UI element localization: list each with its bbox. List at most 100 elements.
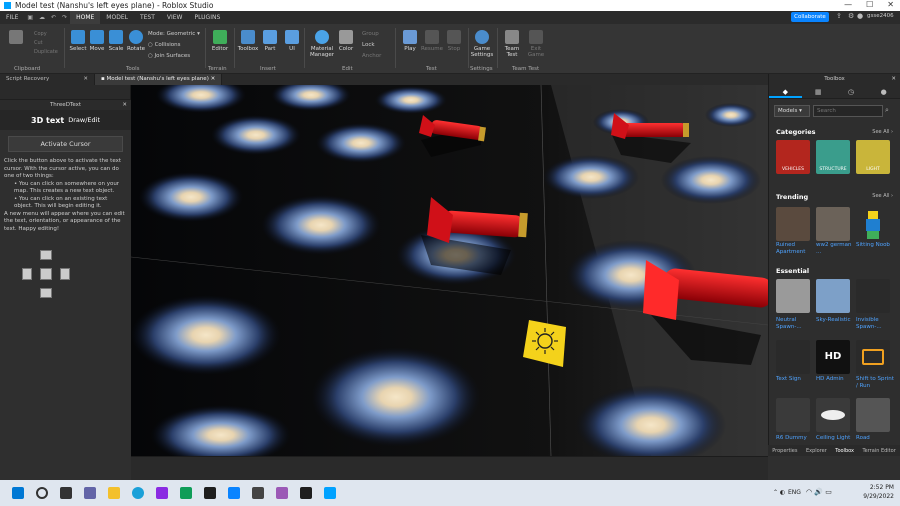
- tab-properties[interactable]: Properties: [772, 448, 797, 454]
- edge-icon[interactable]: [132, 487, 144, 499]
- trending-item-thumb[interactable]: [856, 207, 890, 241]
- lock-button[interactable]: Lock: [362, 40, 381, 51]
- essential-item-thumb[interactable]: [816, 279, 850, 313]
- ui-button[interactable]: UI: [280, 30, 304, 52]
- material-manager-button[interactable]: Material Manager: [308, 30, 336, 58]
- minimize-button[interactable]: —: [844, 0, 852, 9]
- tab-inventory[interactable]: ▦: [802, 85, 835, 98]
- close-icon[interactable]: ✕: [83, 74, 88, 85]
- essential-item-label[interactable]: Ceiling Light: [816, 435, 854, 442]
- menu-home[interactable]: HOME: [70, 11, 101, 24]
- essential-item-label[interactable]: Invisible Spawn-...: [856, 317, 894, 331]
- essential-item-label[interactable]: Shift to Sprint / Run: [856, 376, 894, 390]
- close-icon[interactable]: ✕: [122, 100, 127, 110]
- username[interactable]: gsse2406: [867, 13, 894, 19]
- category-dropdown[interactable]: Models ▾: [774, 105, 810, 117]
- trending-item-thumb[interactable]: [776, 207, 810, 241]
- dpad-right-button[interactable]: [60, 268, 70, 280]
- toolbox-button[interactable]: Toolbox: [236, 30, 260, 52]
- settings-gear-icon[interactable]: ⚙: [848, 12, 854, 20]
- essential-item-label[interactable]: HD Admin: [816, 376, 854, 383]
- exit-game-button[interactable]: Exit Game: [524, 30, 548, 58]
- menu-view[interactable]: VIEW: [161, 11, 189, 24]
- save-icon[interactable]: ▣: [24, 14, 36, 21]
- tab-model-test[interactable]: ▪ Model test (Nanshu's left eyes plane) …: [95, 74, 223, 85]
- essential-item-label[interactable]: Neutral Spawn-...: [776, 317, 814, 331]
- discord-icon[interactable]: [156, 487, 168, 499]
- group-button[interactable]: Group: [362, 29, 381, 40]
- join-surfaces-checkbox[interactable]: ○: [148, 53, 153, 59]
- essential-item-thumb[interactable]: [776, 279, 810, 313]
- language-indicator[interactable]: ENG: [788, 489, 801, 496]
- tab-toolbox[interactable]: Toolbox: [835, 448, 854, 454]
- task-view-icon[interactable]: [60, 487, 72, 499]
- menu-test[interactable]: TEST: [134, 11, 161, 24]
- rotate-tool-button[interactable]: Rotate: [124, 30, 148, 52]
- maximize-button[interactable]: ☐: [866, 0, 873, 9]
- collisions-checkbox[interactable]: ○: [148, 42, 153, 48]
- close-button[interactable]: ✕: [887, 0, 894, 9]
- windows-start-icon[interactable]: [12, 487, 24, 499]
- category-vehicles[interactable]: VEHICLES: [776, 140, 810, 174]
- user-avatar-icon[interactable]: ●: [857, 12, 863, 20]
- stop-button[interactable]: Stop: [442, 30, 466, 52]
- clock[interactable]: 2:52 PM 9/29/2022: [863, 483, 894, 501]
- close-icon[interactable]: ✕: [211, 76, 216, 82]
- essential-item-label[interactable]: R6 Dummy: [776, 435, 814, 442]
- dpad-center-button[interactable]: [40, 268, 52, 280]
- tab-marketplace[interactable]: ◆: [769, 85, 802, 98]
- tray-icons[interactable]: ⌃ ◐: [773, 489, 785, 496]
- essential-item-thumb[interactable]: [776, 340, 810, 374]
- network-icon[interactable]: ◠ 🔊 ▭: [806, 488, 832, 496]
- category-light[interactable]: LIGHT: [856, 140, 890, 174]
- color-button[interactable]: Color: [334, 30, 358, 52]
- upload-icon[interactable]: ☁: [36, 14, 48, 21]
- menu-plugins[interactable]: PLUGINS: [189, 11, 227, 24]
- game-controller-icon[interactable]: [276, 487, 288, 499]
- toolbox-search-input[interactable]: [813, 105, 883, 117]
- activate-cursor-button[interactable]: Activate Cursor: [8, 136, 123, 152]
- essential-item-label[interactable]: Road: [856, 435, 894, 442]
- essential-item-thumb[interactable]: [816, 398, 850, 432]
- duplicate-button[interactable]: Duplicate: [34, 48, 58, 57]
- dpad-up-button[interactable]: [40, 250, 52, 260]
- collaborate-button[interactable]: Collaborate: [791, 12, 829, 22]
- tab-script-recovery[interactable]: Script Recovery ✕: [0, 74, 95, 85]
- essential-item-label[interactable]: Text Sign: [776, 376, 814, 383]
- terrain-editor-button[interactable]: Editor: [208, 30, 232, 52]
- tab-creations[interactable]: ●: [867, 85, 900, 98]
- search-icon[interactable]: [36, 487, 48, 499]
- studio-taskbar-icon-active[interactable]: [324, 487, 336, 499]
- play-button[interactable]: Play: [398, 30, 422, 52]
- search-icon[interactable]: ⌕: [885, 106, 889, 115]
- studio-taskbar-icon[interactable]: [204, 487, 216, 499]
- menu-file[interactable]: FILE: [0, 11, 24, 24]
- dpad-down-button[interactable]: [40, 288, 52, 298]
- 3d-viewport[interactable]: [131, 85, 768, 456]
- essential-item-thumb[interactable]: [856, 398, 890, 432]
- command-bar[interactable]: [131, 456, 768, 480]
- part-button[interactable]: Part: [258, 30, 282, 52]
- studio-taskbar-icon[interactable]: [228, 487, 240, 499]
- file-explorer-icon[interactable]: [108, 487, 120, 499]
- dpad-left-button[interactable]: [22, 268, 32, 280]
- copy-button[interactable]: Copy: [34, 30, 58, 39]
- cut-button[interactable]: Cut: [34, 39, 58, 48]
- undo-icon[interactable]: ↶: [48, 14, 59, 21]
- resume-button[interactable]: Resume: [420, 30, 444, 52]
- essential-item-thumb[interactable]: [856, 279, 890, 313]
- trending-item-label[interactable]: Sitting Noob: [856, 242, 894, 249]
- redo-icon[interactable]: ↷: [59, 14, 70, 21]
- essential-item-thumb[interactable]: [776, 398, 810, 432]
- close-icon[interactable]: ✕: [891, 74, 896, 85]
- trending-item-thumb[interactable]: [816, 207, 850, 241]
- mode-dropdown[interactable]: Geometric: [167, 31, 196, 37]
- trending-item-label[interactable]: ww2 german ...: [816, 242, 854, 256]
- orientation-dpad[interactable]: [22, 250, 70, 298]
- game-settings-button[interactable]: Game Settings: [470, 30, 494, 58]
- paste-button[interactable]: [4, 30, 28, 46]
- tab-recent[interactable]: ◷: [835, 85, 868, 98]
- team-test-button[interactable]: Team Test: [500, 30, 524, 58]
- app-icon[interactable]: [252, 487, 264, 499]
- essential-item-thumb[interactable]: [856, 340, 890, 374]
